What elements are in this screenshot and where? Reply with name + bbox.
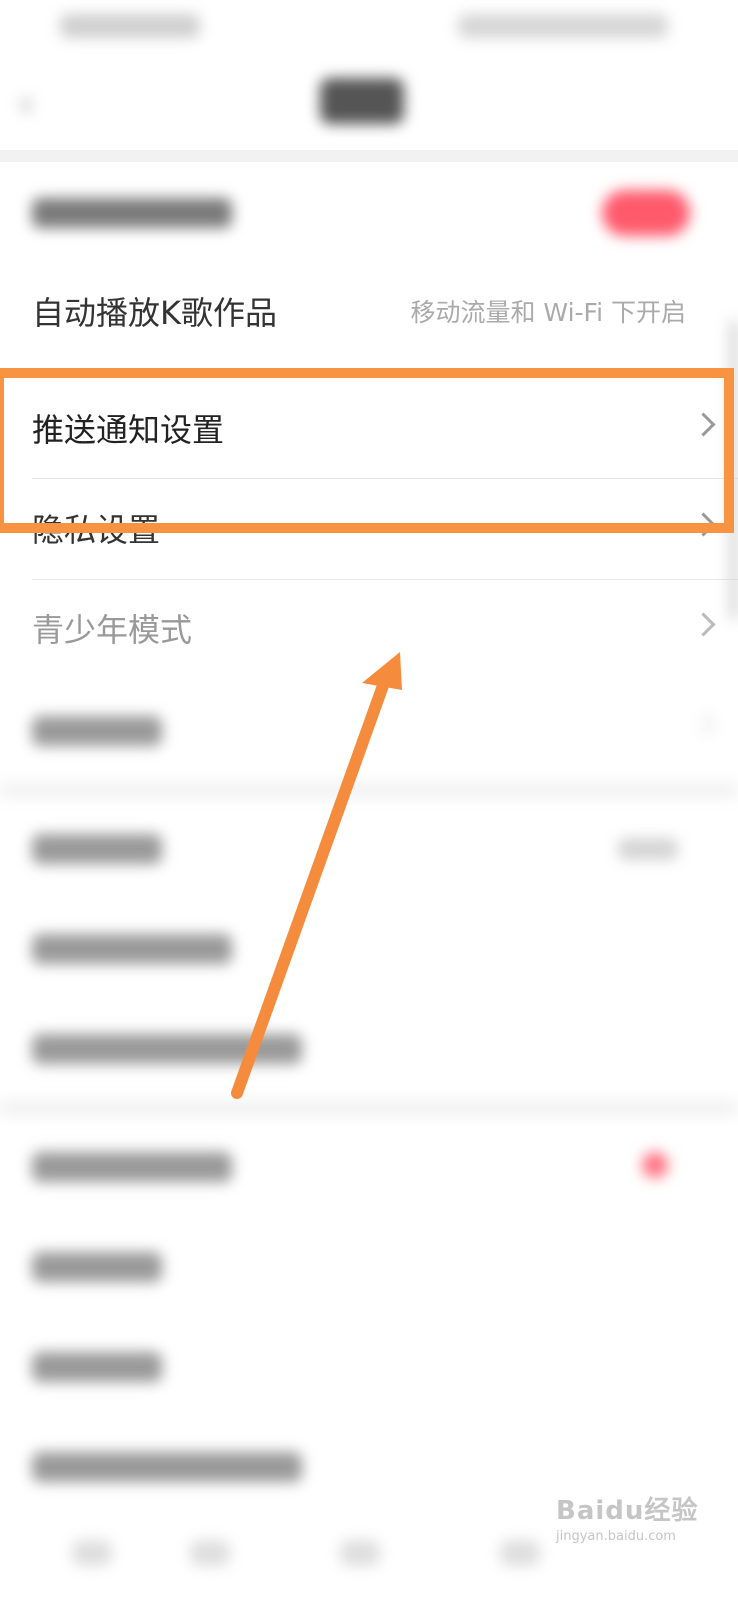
status-right-info [458,14,668,38]
blurred-label [32,1152,232,1182]
settings-row-blurred[interactable] [0,1316,738,1416]
section-gap [0,150,738,162]
status-left-info [60,14,200,38]
back-arrow-icon[interactable]: ‹ [18,84,48,124]
blurred-label [32,1034,302,1064]
section-gap [0,782,738,798]
settings-row-blurred[interactable] [0,798,738,898]
blurred-label [32,934,232,964]
blurred-label [32,198,232,228]
tab-icon[interactable] [190,1540,230,1566]
settings-row-blurred[interactable] [0,998,738,1098]
watermark-site: jingyan.baidu.com [556,1529,676,1544]
status-bar [0,0,738,60]
settings-row-toggle[interactable] [0,162,738,262]
blurred-label [32,1352,162,1382]
tab-icon[interactable] [72,1540,112,1566]
baidu-watermark: Baidu经验 jingyan.baidu.com [556,1490,726,1570]
settings-row-blurred[interactable] [0,1116,738,1216]
blurred-label [32,716,162,746]
blurred-label [32,1252,162,1282]
settings-row-blurred[interactable] [0,680,738,780]
chevron-right-icon [691,712,716,737]
toggle-switch[interactable] [602,190,690,236]
chevron-right-icon [691,612,716,637]
teen-label: 青少年模式 [32,611,193,649]
settings-row-blurred[interactable] [0,1216,738,1316]
highlight-box [0,368,734,533]
tab-icon[interactable] [500,1540,540,1566]
watermark-brand: Baidu经验 [556,1496,699,1526]
autoplay-label: 自动播放K歌作品 [32,294,277,332]
tab-icon[interactable] [340,1540,380,1566]
settings-row-blurred[interactable] [0,898,738,998]
page-title [320,78,404,124]
nav-bar: ‹ [0,60,738,150]
settings-row-autoplay[interactable]: 自动播放K歌作品 移动流量和 Wi-Fi 下开启 [0,263,738,363]
settings-row-teen[interactable]: 青少年模式 [0,580,738,680]
blurred-label [32,834,162,864]
blurred-label [32,1452,302,1482]
notification-dot [642,1152,668,1178]
blurred-value [618,838,678,860]
autoplay-value: 移动流量和 Wi-Fi 下开启 [410,298,686,327]
section-gap [0,1100,738,1116]
